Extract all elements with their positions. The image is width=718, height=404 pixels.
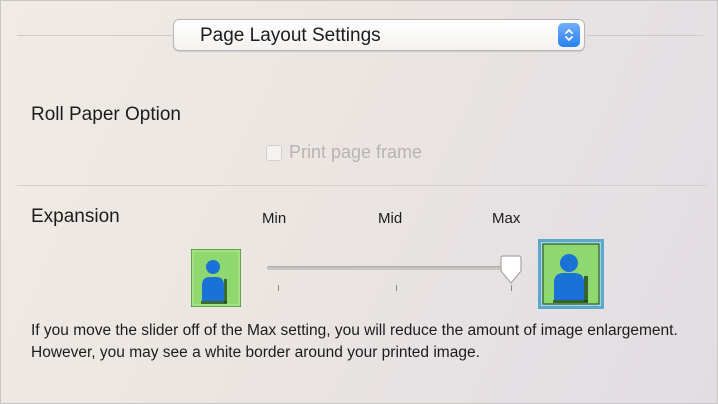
popup-selected-label: Page Layout Settings: [200, 25, 381, 46]
settings-popup-button[interactable]: Page Layout Settings: [173, 19, 585, 51]
print-page-frame-checkbox[interactable]: [266, 144, 282, 161]
roll-paper-option-heading: Roll Paper Option: [31, 104, 181, 125]
section-divider: [17, 185, 707, 186]
expansion-slider[interactable]: [265, 251, 525, 297]
top-separator-right: [587, 35, 703, 36]
slider-label-mid: Mid: [378, 210, 403, 227]
expansion-help-text: If you move the slider off of the Max se…: [31, 322, 678, 361]
top-separator-left: [17, 35, 173, 36]
slider-tick-max: [511, 285, 512, 291]
slider-track[interactable]: [267, 266, 511, 270]
slider-label-max: Max: [492, 210, 521, 227]
print-page-frame-label: Print page frame: [289, 142, 423, 162]
slider-tick-min: [278, 285, 279, 291]
page-layout-settings-panel: Page Layout Settings Roll Paper Option P…: [0, 0, 718, 404]
slider-label-min: Min: [262, 210, 287, 227]
slider-tick-mid: [396, 285, 397, 291]
up-down-chevron-icon: [558, 23, 580, 47]
person-small-icon: [191, 249, 241, 307]
person-large-icon: [538, 239, 604, 309]
print-page-frame-row[interactable]: Print page frame: [266, 142, 422, 163]
slider-thumb[interactable]: [498, 255, 524, 285]
expansion-heading: Expansion: [31, 206, 120, 227]
